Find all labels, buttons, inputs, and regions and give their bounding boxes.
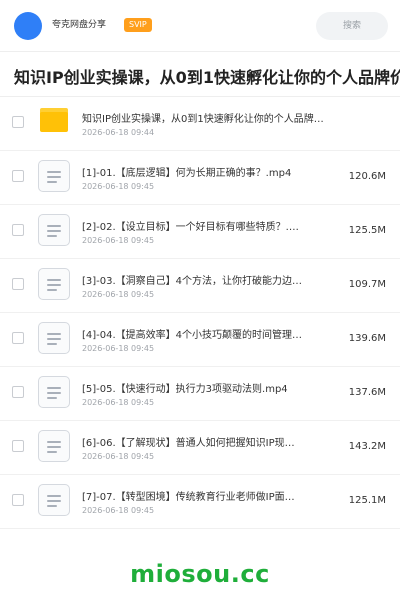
row-checkbox[interactable] xyxy=(12,386,24,398)
avatar[interactable] xyxy=(14,12,42,40)
row-checkbox[interactable] xyxy=(12,116,24,128)
file-date: 2026-06-18 09:45 xyxy=(82,398,155,407)
file-row[interactable]: [1]-01.【底层逻辑】何为长期正确的事？.mp4 2026-06-18 09:… xyxy=(0,151,400,205)
video-file-icon xyxy=(38,160,70,192)
file-size: 120.6M xyxy=(348,171,386,182)
row-checkbox[interactable] xyxy=(12,332,24,344)
file-date: 2026-06-18 09:44 xyxy=(82,128,155,137)
file-size: 125.5M xyxy=(348,225,386,236)
row-checkbox[interactable] xyxy=(12,494,24,506)
file-size: 139.6M xyxy=(348,333,386,344)
file-name[interactable]: [3]-03.【洞察自己】4个方法，让你打破能力边… xyxy=(82,272,318,287)
file-size: 109.7M xyxy=(348,279,386,290)
file-date: 2026-06-18 09:45 xyxy=(82,182,155,191)
video-file-icon xyxy=(38,430,70,462)
row-checkbox[interactable] xyxy=(12,440,24,452)
file-row[interactable]: [7]-07.【转型困境】传统教育行业老师做IP面… 2026-06-18 09:… xyxy=(0,475,400,529)
file-date: 2026-06-18 09:45 xyxy=(82,506,155,515)
file-row[interactable]: [6]-06.【了解现状】普通人如何把握知识IP现… 2026-06-18 09:… xyxy=(0,421,400,475)
file-row[interactable]: [4]-04.【提高效率】4个小技巧颠覆的时间管理… 2026-06-18 09:… xyxy=(0,313,400,367)
file-size: 137.6M xyxy=(348,387,386,398)
row-checkbox[interactable] xyxy=(12,224,24,236)
file-name[interactable]: 知识IP创业实操课，从0到1快速孵化让你的个人品牌… xyxy=(82,110,350,125)
video-file-icon xyxy=(38,214,70,246)
search-input[interactable]: 搜索 xyxy=(316,12,388,40)
file-date: 2026-06-18 09:45 xyxy=(82,452,155,461)
video-file-icon xyxy=(38,268,70,300)
file-date: 2026-06-18 09:45 xyxy=(82,236,155,245)
file-row[interactable]: [2]-02.【设立目标】一个好目标有哪些特质？.… 2026-06-18 09:… xyxy=(0,205,400,259)
file-name[interactable]: [5]-05.【快速行动】执行力3项驱动法则.mp4 xyxy=(82,380,318,395)
top-bar: 夸克网盘分享 SVIP 搜索 xyxy=(0,0,400,52)
file-list: 知识IP创业实操课，从0到1快速孵化让你的个人品牌… 2026-06-18 09:… xyxy=(0,97,400,529)
video-file-icon xyxy=(38,376,70,408)
file-name[interactable]: [7]-07.【转型困境】传统教育行业老师做IP面… xyxy=(82,488,318,503)
file-date: 2026-06-18 09:45 xyxy=(82,344,155,353)
page-title: 知识IP创业实操课，从0到1快速孵化让你的个人品牌价值百倍增长 xyxy=(14,68,400,87)
watermark-text: miosou.cc xyxy=(130,560,270,588)
file-row[interactable]: [5]-05.【快速行动】执行力3项驱动法则.mp4 2026-06-18 09:… xyxy=(0,367,400,421)
svip-badge[interactable]: SVIP xyxy=(124,18,152,32)
file-name[interactable]: [6]-06.【了解现状】普通人如何把握知识IP现… xyxy=(82,434,318,449)
file-name[interactable]: [1]-01.【底层逻辑】何为长期正确的事？.mp4 xyxy=(82,164,318,179)
file-size: 125.1M xyxy=(348,495,386,506)
file-size: 143.2M xyxy=(348,441,386,452)
file-row[interactable]: 知识IP创业实操课，从0到1快速孵化让你的个人品牌… 2026-06-18 09:… xyxy=(0,97,400,151)
file-row[interactable]: [3]-03.【洞察自己】4个方法，让你打破能力边… 2026-06-18 09:… xyxy=(0,259,400,313)
row-checkbox[interactable] xyxy=(12,170,24,182)
folder-icon xyxy=(40,108,68,132)
file-name[interactable]: [4]-04.【提高效率】4个小技巧颠覆的时间管理… xyxy=(82,326,318,341)
row-checkbox[interactable] xyxy=(12,278,24,290)
file-date: 2026-06-18 09:45 xyxy=(82,290,155,299)
video-file-icon xyxy=(38,322,70,354)
app-title: 夸克网盘分享 xyxy=(52,20,107,30)
video-file-icon xyxy=(38,484,70,516)
file-name[interactable]: [2]-02.【设立目标】一个好目标有哪些特质？.… xyxy=(82,218,318,233)
